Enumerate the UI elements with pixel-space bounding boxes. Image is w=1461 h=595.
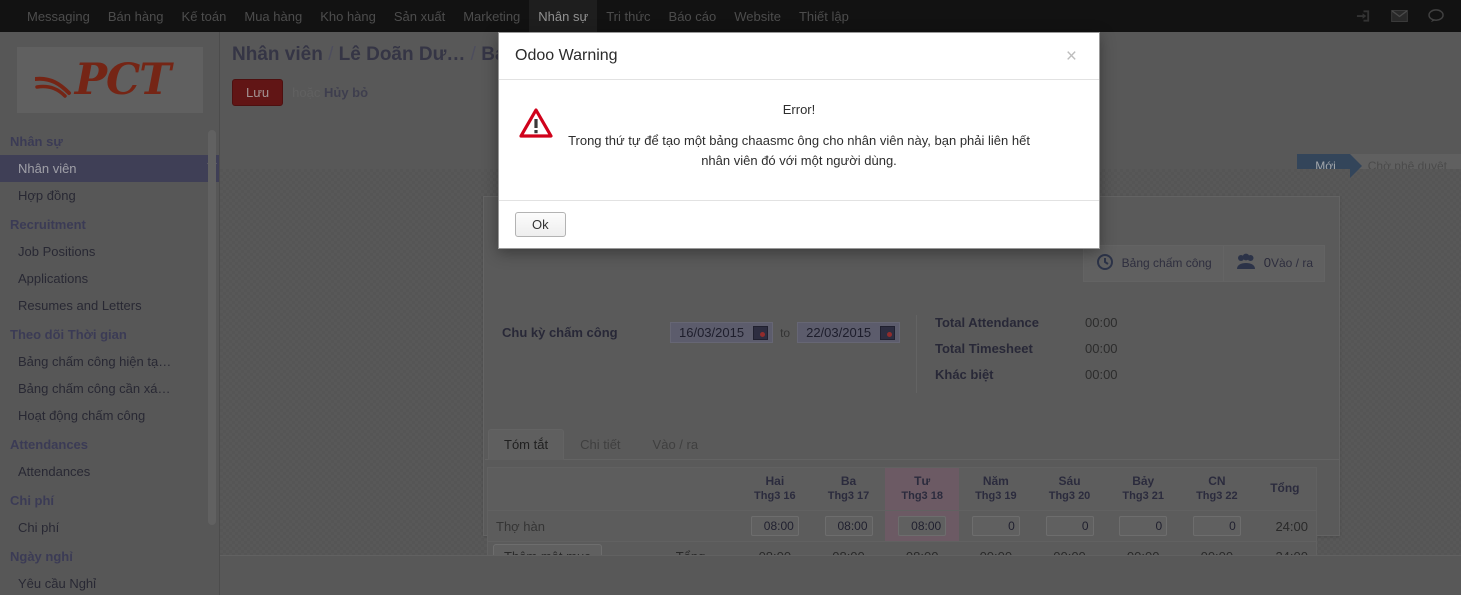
- modal-title: Odoo Warning: [515, 47, 618, 64]
- warning-triangle-icon: [519, 108, 553, 138]
- close-icon[interactable]: ×: [1060, 46, 1083, 67]
- modal-detail-text: Trong thứ tự để tạo một bảng chaasmc ông…: [568, 133, 1030, 168]
- modal-header: Odoo Warning ×: [499, 33, 1099, 80]
- odoo-warning-dialog: Odoo Warning × Error! Trong thứ tự để tạ…: [498, 32, 1100, 249]
- modal-message: Error! Trong thứ tự để tạo một bảng chaa…: [519, 102, 1079, 170]
- modal-footer: Ok: [499, 200, 1099, 248]
- ok-button[interactable]: Ok: [515, 212, 566, 237]
- modal-error-heading: Error!: [782, 102, 816, 117]
- modal-body: Error! Trong thứ tự để tạo một bảng chaa…: [499, 80, 1099, 200]
